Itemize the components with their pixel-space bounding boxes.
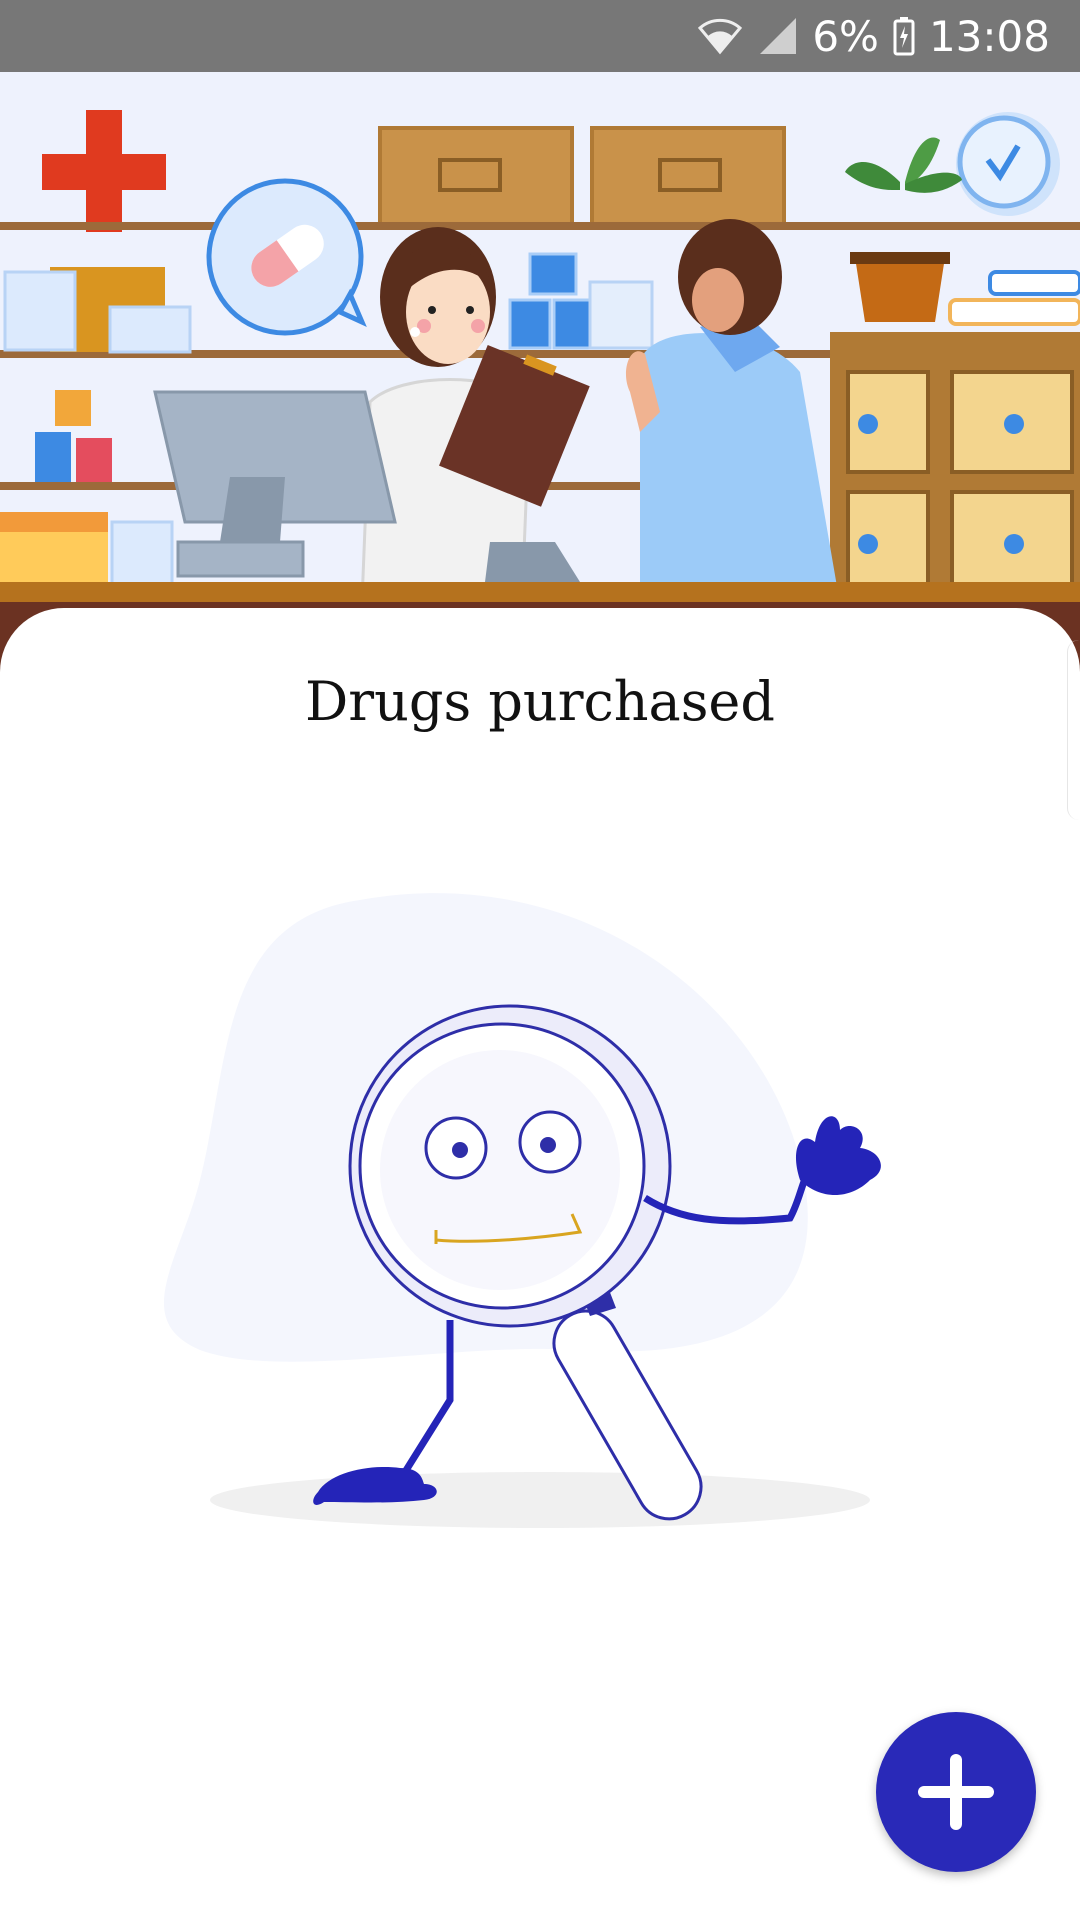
battery-icon (893, 17, 915, 56)
status-bar: 6% 13:08 (0, 0, 1080, 72)
add-drug-button[interactable] (876, 1712, 1036, 1872)
signal-icon (760, 18, 797, 54)
plus-icon (918, 1754, 994, 1830)
pharmacy-hero-illustration (0, 72, 1080, 672)
magnifier-character-illustration (160, 880, 920, 1550)
wifi-icon (698, 18, 743, 55)
battery-percent: 6% (812, 11, 879, 61)
clock: 13:08 (928, 11, 1050, 61)
page-title: Drugs purchased (305, 670, 775, 733)
